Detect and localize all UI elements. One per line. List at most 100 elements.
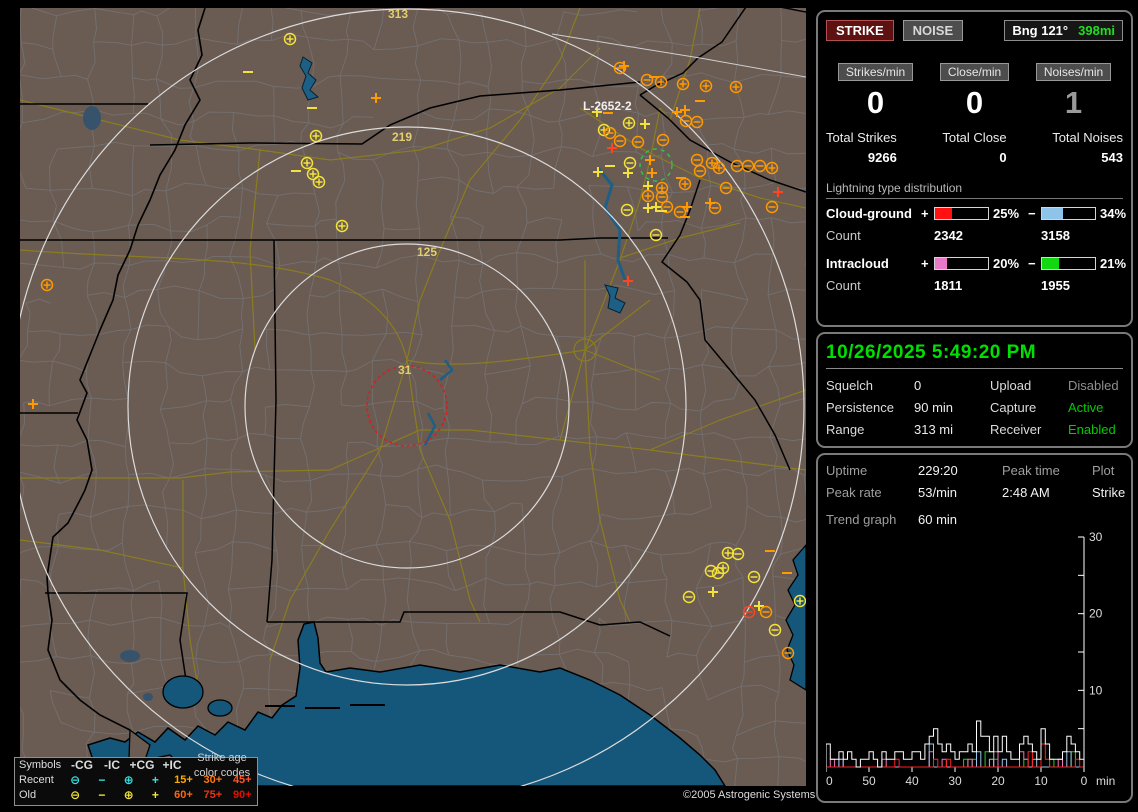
legend-old-label: Old xyxy=(19,789,37,801)
svg-text:60: 60 xyxy=(826,774,833,788)
minus-icon: − xyxy=(98,773,106,787)
total-strikes-value: 9266 xyxy=(867,150,897,165)
svg-text:50: 50 xyxy=(862,774,876,788)
status-panel: 10/26/2025 5:49:20 PM Squelch 0 Upload D… xyxy=(816,332,1133,448)
persistence-label: Persistence xyxy=(826,400,894,415)
plus-sign: + xyxy=(921,206,929,221)
svg-text:10: 10 xyxy=(1034,774,1048,788)
legend-recent-label: Recent xyxy=(19,774,54,786)
total-noises-label: Total Noises xyxy=(1052,130,1123,145)
total-close-label: Total Close xyxy=(942,130,1007,145)
plot-value: Strike xyxy=(1092,485,1126,500)
svg-text:0: 0 xyxy=(1081,774,1088,788)
ic-neg-pct: 21% xyxy=(1100,256,1127,271)
trend-graph-label: Trend graph xyxy=(826,512,897,527)
peak-time-label: Peak time xyxy=(1002,463,1060,478)
receiver-status: Enabled xyxy=(1068,422,1116,437)
svg-text:30: 30 xyxy=(1089,531,1103,544)
map-canvas: 313 219 125 31 L-2652-2 xyxy=(20,8,806,786)
capture-status: Active xyxy=(1068,400,1104,415)
strikes-per-min-value: 0 xyxy=(866,85,885,120)
persistence-value: 90 min xyxy=(914,400,954,415)
legend-symbols-header: Symbols xyxy=(19,759,62,771)
bearing-value: Bng 121° xyxy=(1012,23,1069,38)
copyright-notice: ©2005 Astrogenic Systems xyxy=(683,789,816,801)
storm-cell-label: L-2652-2 xyxy=(583,99,632,113)
receiver-label: Receiver xyxy=(990,422,1042,437)
total-noises: Total Noises 543 xyxy=(1052,129,1123,165)
symbol-legend: Symbols -CG -IC +CG +IC Strike age color… xyxy=(14,752,258,806)
minus-icon: − xyxy=(98,788,106,802)
plot-label: Plot xyxy=(1092,463,1115,478)
cg-neg-pct: 34% xyxy=(1100,206,1127,221)
total-strikes: Total Strikes 9266 xyxy=(826,129,897,165)
svg-text:30: 30 xyxy=(948,774,962,788)
intracloud-label: Intracloud xyxy=(826,256,889,271)
circle-minus-icon: ⊖ xyxy=(70,788,81,802)
svg-text:40: 40 xyxy=(905,774,919,788)
ring-label-31: 31 xyxy=(398,363,412,377)
ring-label-219: 219 xyxy=(392,130,412,144)
cg-pos-pct: 25% xyxy=(993,206,1020,221)
plus-sign: + xyxy=(921,256,929,271)
total-close: Total Close 0 xyxy=(942,129,1006,165)
svg-text:10: 10 xyxy=(1089,683,1103,697)
ring-label-313: 313 xyxy=(388,8,408,21)
circle-plus-icon: ⊕ xyxy=(123,788,134,802)
squelch-value: 0 xyxy=(914,378,922,393)
ic-pos-count: 1811 xyxy=(934,278,963,293)
capture-label: Capture xyxy=(990,400,1037,415)
ic-neg-bar xyxy=(1041,257,1096,270)
total-strikes-label: Total Strikes xyxy=(826,130,897,145)
ic-pos-pct: 20% xyxy=(993,256,1020,271)
legend-age-90: 90+ xyxy=(232,789,252,801)
ic-pos-bar xyxy=(934,257,989,270)
circle-minus-icon: ⊖ xyxy=(70,773,81,787)
peak-rate-value: 53/min xyxy=(918,485,958,500)
noises-per-min-value: 1 xyxy=(1064,85,1083,120)
lightning-map[interactable]: 313 219 125 31 L-2652-2 xyxy=(20,8,806,786)
legend-age-75: 75+ xyxy=(203,789,223,801)
cg-neg-bar xyxy=(1041,207,1096,220)
legend-col-neg-ic: -IC xyxy=(104,758,120,772)
distribution-title: Lightning type distribution xyxy=(826,181,1123,199)
legend-col-pos-cg: +CG xyxy=(129,758,155,772)
minus-sign: − xyxy=(1028,206,1036,221)
legend-col-neg-cg: -CG xyxy=(71,758,93,772)
cg-count-label: Count xyxy=(826,228,861,243)
cloud-ground-label: Cloud-ground xyxy=(826,206,912,221)
app-window: { "map": { "ring_labels": ["313", "219",… xyxy=(0,0,1138,812)
lightning-distribution: Lightning type distribution Cloud-ground… xyxy=(826,181,1127,293)
trend-graph-window: 60 min xyxy=(918,512,958,527)
peak-time-value: 2:48 AM xyxy=(1002,485,1050,500)
current-datetime: 10/26/2025 5:49:20 PM xyxy=(826,342,1123,369)
close-per-min-value: 0 xyxy=(965,85,984,120)
uptime-value: 229:20 xyxy=(918,463,958,478)
cg-pos-bar xyxy=(934,207,989,220)
legend-age-60: 60+ xyxy=(174,789,193,801)
upload-label: Upload xyxy=(990,378,1032,393)
close-per-min-chip: Close/min xyxy=(939,63,1010,81)
cg-neg-count: 3158 xyxy=(1041,228,1070,243)
cg-pos-count: 2342 xyxy=(934,228,963,243)
uptime-label: Uptime xyxy=(826,463,868,478)
total-close-value: 0 xyxy=(999,150,1007,165)
ic-neg-count: 1955 xyxy=(1041,278,1070,293)
squelch-label: Squelch xyxy=(826,378,873,393)
stats-panel: STRIKE NOISE Bng 121° 398mi Strikes/min … xyxy=(816,10,1133,327)
plus-icon: + xyxy=(151,788,159,802)
svg-text:min: min xyxy=(1096,774,1115,788)
strike-mode-button[interactable]: STRIKE xyxy=(826,20,894,41)
legend-col-pos-ic: +IC xyxy=(162,758,182,772)
legend-age-15: 15+ xyxy=(174,774,193,786)
minus-sign: − xyxy=(1028,256,1036,271)
range-label: Range xyxy=(826,422,865,437)
strikes-per-min-chip: Strikes/min xyxy=(837,63,914,81)
circle-plus-icon: ⊕ xyxy=(123,773,134,787)
trend-panel: Uptime 229:20 Peak time Plot Peak rate 5… xyxy=(816,453,1133,803)
ring-label-125: 125 xyxy=(417,245,437,259)
legend-age-30: 30+ xyxy=(203,774,223,786)
range-value: 313 mi xyxy=(914,422,954,437)
noise-mode-button[interactable]: NOISE xyxy=(902,20,964,41)
trend-graph: 10 20 30 60 50 40 30 20 10 0 min xyxy=(819,530,1115,788)
